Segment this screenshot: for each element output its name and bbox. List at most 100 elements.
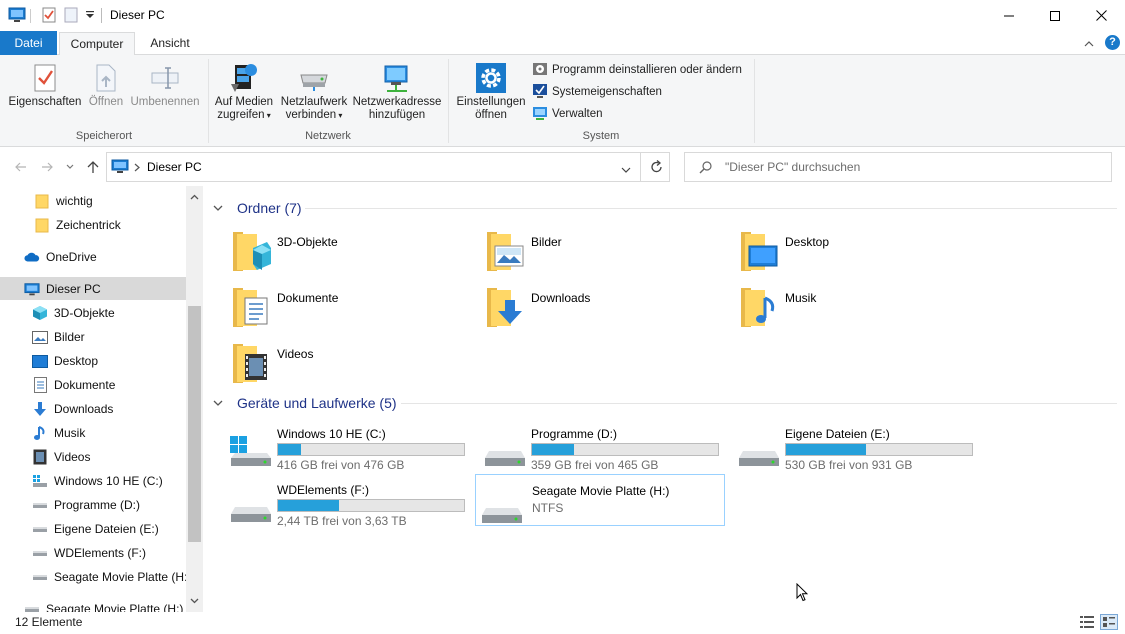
nav-item-windows-drive[interactable]: Windows 10 HE (C:) — [0, 469, 163, 493]
folder-downloads[interactable]: Downloads — [485, 284, 735, 336]
new-folder-quick-button[interactable] — [64, 6, 78, 24]
group-label-system: System — [582, 130, 620, 142]
drive-seagate-h[interactable]: Seagate Movie Platte (H:) NTFS — [475, 474, 725, 526]
forward-button[interactable] — [38, 159, 56, 175]
drive-icon — [32, 497, 48, 513]
chevron-down-icon — [213, 205, 227, 212]
tab-datei[interactable]: Datei — [0, 31, 57, 55]
nav-item-programme-drive[interactable]: Programme (D:) — [0, 493, 140, 517]
drive-eigene-dateien-e[interactable]: Eigene Dateien (E:) 530 GB frei von 931 … — [733, 422, 983, 474]
folders-group-header[interactable]: Ordner (7) — [213, 198, 302, 218]
help-icon[interactable]: ? — [1105, 35, 1120, 50]
nav-item-onedrive[interactable]: OneDrive — [0, 245, 97, 269]
access-media-button[interactable]: Auf Medien zugreifen ▾ — [212, 60, 276, 122]
up-button[interactable] — [84, 159, 102, 175]
folder-dokumente[interactable]: Dokumente — [231, 284, 481, 336]
folder-musik[interactable]: Musik — [739, 284, 989, 336]
scroll-thumb[interactable] — [188, 306, 201, 542]
rename-button[interactable]: Umbenennen — [128, 60, 202, 109]
folders-header-label: Ordner (7) — [237, 200, 302, 216]
nav-item-label: Desktop — [54, 354, 99, 368]
address-path[interactable]: Dieser PC — [147, 160, 202, 174]
system-properties-button[interactable]: Systemeigenschaften — [532, 82, 662, 102]
manage-button[interactable]: Verwalten — [532, 104, 603, 124]
properties-quick-button[interactable] — [42, 6, 56, 24]
collapse-ribbon-icon[interactable] — [1084, 37, 1094, 51]
rename-icon — [128, 60, 202, 96]
qa-separator — [30, 9, 31, 23]
group-label-network: Netzwerk — [305, 130, 351, 142]
drive-free-space: 2,44 TB frei von 3,63 TB — [277, 514, 407, 528]
folder-3d-objekte[interactable]: 3D-Objekte — [231, 228, 481, 280]
search-input[interactable]: "Dieser PC" durchsuchen — [725, 160, 860, 174]
drive-free-space: 359 GB frei von 465 GB — [531, 458, 659, 472]
group-label-location: Speicherort — [75, 130, 133, 142]
nav-item-dokumente[interactable]: Dokumente — [0, 373, 115, 397]
nav-item-dieser-pc[interactable]: Dieser PC — [0, 277, 101, 301]
nav-item-label: Seagate Movie Platte (H:) — [46, 602, 184, 612]
tab-ansicht[interactable]: Ansicht — [139, 32, 201, 55]
close-button[interactable] — [1078, 0, 1124, 31]
search-box[interactable]: "Dieser PC" durchsuchen — [684, 152, 1112, 182]
add-network-location-button[interactable]: Netzwerkadresse hinzufügen — [352, 60, 442, 122]
open-button[interactable]: Öffnen — [86, 60, 126, 109]
nav-item-zeichentrick[interactable]: Zeichentrick — [0, 213, 121, 237]
nav-item-seagate-drive-root[interactable]: Seagate Movie Platte (H:) — [0, 597, 183, 612]
nav-item-musik[interactable]: Musik — [0, 421, 85, 445]
tab-computer[interactable]: Computer — [59, 32, 135, 56]
nav-item-bilder[interactable]: Bilder — [0, 325, 85, 349]
chevron-right-icon[interactable] — [134, 161, 140, 175]
drive-filesystem: NTFS — [532, 501, 564, 515]
drive-programme-d[interactable]: Programme (D:) 359 GB frei von 465 GB — [479, 422, 729, 474]
maximize-button[interactable] — [1032, 0, 1078, 31]
refresh-icon[interactable] — [650, 160, 663, 177]
documents-folder-icon — [231, 284, 273, 330]
nav-item-eigene-dateien-drive[interactable]: Eigene Dateien (E:) — [0, 517, 159, 541]
drive-wdelements-f[interactable]: WDElements (F:) 2,44 TB frei von 3,63 TB — [225, 478, 475, 530]
address-bar[interactable]: Dieser PC — [106, 152, 670, 182]
back-button[interactable] — [12, 159, 30, 175]
quick-access-dropdown-icon[interactable] — [86, 6, 94, 24]
settings-label-line1: Einstellungen — [456, 96, 526, 108]
rename-label: Umbenennen — [130, 96, 200, 108]
nav-item-label: Musik — [54, 426, 86, 440]
nav-item-3d-objekte[interactable]: 3D-Objekte — [0, 301, 115, 325]
map-network-drive-button[interactable]: Netzlaufwerk verbinden ▾ — [278, 60, 350, 122]
details-view-icon[interactable] — [1078, 614, 1096, 630]
scroll-up-icon[interactable] — [186, 188, 203, 205]
uninstall-icon — [532, 61, 552, 80]
folder-desktop[interactable]: Desktop — [739, 228, 989, 280]
folder-bilder[interactable]: Bilder — [485, 228, 735, 280]
drives-group-header[interactable]: Geräte und Laufwerke (5) — [213, 393, 397, 413]
system-properties-label: Systemeigenschaften — [552, 86, 662, 98]
network-drive-icon — [278, 60, 350, 96]
content-pane: Ordner (7) 3D-Objekte Bilder Desktop Dok… — [203, 186, 1125, 612]
nav-item-seagate-drive[interactable]: Seagate Movie Platte (H:) — [0, 565, 191, 589]
downloads-folder-icon — [485, 284, 527, 330]
nav-item-label: WDElements (F:) — [54, 546, 147, 560]
nav-item-videos[interactable]: Videos — [0, 445, 90, 469]
recent-locations-dropdown[interactable] — [61, 159, 79, 175]
drive-name: Programme (D:) — [531, 427, 618, 441]
properties-button[interactable]: Eigenschaften — [8, 60, 82, 109]
open-settings-button[interactable]: Einstellungen öffnen — [452, 60, 530, 122]
nav-item-downloads[interactable]: Downloads — [0, 397, 113, 421]
nav-item-desktop[interactable]: Desktop — [0, 349, 98, 373]
nav-item-label: Seagate Movie Platte (H:) — [54, 570, 192, 584]
scroll-down-icon[interactable] — [186, 592, 203, 609]
nav-item-wdelements-drive[interactable]: WDElements (F:) — [0, 541, 146, 565]
ribbon-separator — [754, 59, 755, 143]
drive-usage-bar — [531, 443, 719, 456]
nav-item-wichtig[interactable]: wichtig — [0, 189, 93, 213]
uninstall-program-button[interactable]: Programm deinstallieren oder ändern — [532, 60, 742, 80]
folder-videos[interactable]: Videos — [231, 340, 481, 392]
nav-scrollbar[interactable] — [186, 186, 203, 612]
tiles-view-icon[interactable] — [1100, 614, 1118, 630]
drive-icon — [32, 569, 48, 585]
add-network-label-line2: hinzufügen — [368, 109, 426, 121]
drive-windows-c[interactable]: Windows 10 HE (C:) 416 GB frei von 476 G… — [225, 422, 475, 474]
minimize-button[interactable] — [986, 0, 1032, 31]
drive-icon — [24, 601, 40, 612]
nav-item-label: Dokumente — [54, 378, 116, 392]
address-dropdown-icon[interactable] — [621, 163, 631, 177]
